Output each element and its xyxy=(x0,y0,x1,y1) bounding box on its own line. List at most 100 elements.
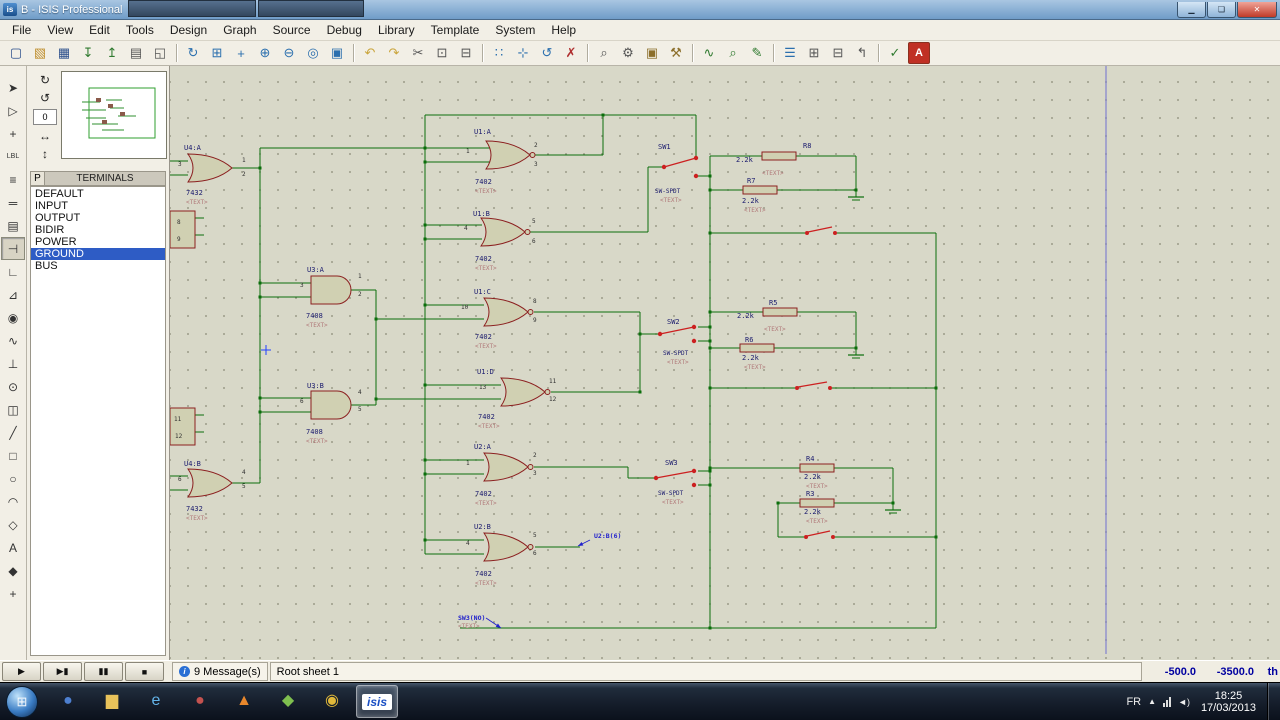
make-device-icon[interactable]: ⚙ xyxy=(617,42,639,64)
gate-body-U1:D[interactable] xyxy=(500,377,546,407)
resistor-body-R5[interactable] xyxy=(762,307,798,317)
goto-sheet-icon[interactable]: ↰ xyxy=(851,42,873,64)
resistor-body-R3[interactable] xyxy=(799,498,835,508)
terminal-item-output[interactable]: OUTPUT xyxy=(31,212,165,224)
switch-lever-SW2[interactable] xyxy=(659,326,695,335)
redo-icon[interactable]: ↷ xyxy=(383,42,405,64)
gate-body-U1:B[interactable] xyxy=(480,217,526,247)
rotation-angle-field[interactable]: 0 xyxy=(33,109,57,125)
property-assignment-icon[interactable]: ✎ xyxy=(746,42,768,64)
show-desktop-button[interactable] xyxy=(1267,682,1278,720)
gate-body-U2:A[interactable] xyxy=(483,452,529,482)
terminal-item-input[interactable]: INPUT xyxy=(31,200,165,212)
menu-source[interactable]: Source xyxy=(265,21,319,39)
zoom-in-icon[interactable]: ⊕ xyxy=(254,42,276,64)
block-copy-icon[interactable]: ∷ xyxy=(488,42,510,64)
mirror-vertical-button[interactable]: ↕ xyxy=(35,145,55,163)
firefox-taskbar-button[interactable]: ● xyxy=(48,685,88,716)
vlc-taskbar-button[interactable]: ▲ xyxy=(224,685,264,716)
mirror-horizontal-button[interactable]: ↔ xyxy=(35,127,55,145)
menu-help[interactable]: Help xyxy=(543,21,584,39)
network-icon[interactable] xyxy=(1163,696,1172,707)
chrome-taskbar-button[interactable]: ◉ xyxy=(312,685,352,716)
switch-lever-SW1[interactable] xyxy=(663,157,697,168)
editing-canvas[interactable]: U4:A 7432 <TEXT> 3 1 2 U1:A 7402 <TEXT> 1 2 3 U1:B 74… xyxy=(170,66,1280,660)
net-label[interactable]: SW3(NO) xyxy=(458,614,485,622)
gate-body-U4:A[interactable] xyxy=(187,153,233,183)
menu-file[interactable]: File xyxy=(4,21,39,39)
block-delete-icon[interactable]: ✗ xyxy=(560,42,582,64)
import-section-icon[interactable]: ↧ xyxy=(77,42,99,64)
isis-taskbar-button[interactable]: isis xyxy=(356,685,398,718)
menu-design[interactable]: Design xyxy=(162,21,215,39)
box-2d-icon[interactable]: □ xyxy=(1,444,25,467)
menu-edit[interactable]: Edit xyxy=(81,21,118,39)
step-button[interactable]: ▶▮ xyxy=(43,662,82,681)
search-and-tag-icon[interactable]: ⌕ xyxy=(722,42,744,64)
media-player-taskbar-button[interactable]: ● xyxy=(180,685,220,716)
gate-body-U1:C[interactable] xyxy=(483,297,529,327)
open-design-icon[interactable]: ▧ xyxy=(29,42,51,64)
generator-mode-icon[interactable]: ∿ xyxy=(1,329,25,352)
pushbutton-switch[interactable] xyxy=(797,381,828,388)
graph-mode-icon[interactable]: ⊿ xyxy=(1,283,25,306)
gate-body-U4:B[interactable] xyxy=(187,468,233,498)
gate-body-U3:A[interactable] xyxy=(310,275,352,305)
redraw-display-icon[interactable]: ↻ xyxy=(182,42,204,64)
gate-body-U2:B[interactable] xyxy=(483,532,529,562)
subcircuit-mode-icon[interactable]: ▤ xyxy=(1,214,25,237)
rotate-anticlockwise-button[interactable]: ↺ xyxy=(35,89,55,107)
symbols-2d-icon[interactable]: ◆ xyxy=(1,559,25,582)
terminal-item-ground[interactable]: GROUND xyxy=(31,248,165,260)
path-2d-icon[interactable]: ◇ xyxy=(1,513,25,536)
switch-lever-SW3[interactable] xyxy=(655,470,695,479)
menu-view[interactable]: View xyxy=(39,21,81,39)
zoom-out-icon[interactable]: ⊖ xyxy=(278,42,300,64)
text-2d-icon[interactable]: A xyxy=(1,536,25,559)
markers-2d-icon[interactable]: + xyxy=(1,582,25,605)
pause-button[interactable]: ▮▮ xyxy=(84,662,123,681)
overview-window[interactable] xyxy=(61,71,167,159)
electrical-rule-check-icon[interactable]: ✓ xyxy=(884,42,906,64)
maximize-button[interactable]: ❏ xyxy=(1207,1,1236,18)
terminal-item-bidir[interactable]: BIDIR xyxy=(31,224,165,236)
schematic[interactable]: U4:A7432<TEXT>312U1:A7402<TEXT>123U1:B74… xyxy=(170,66,1280,660)
packaging-tool-icon[interactable]: ▣ xyxy=(641,42,663,64)
paste-icon[interactable]: ⊟ xyxy=(455,42,477,64)
resistor-body-R6[interactable] xyxy=(739,343,775,353)
decompose-icon[interactable]: ⚒ xyxy=(665,42,687,64)
menu-tools[interactable]: Tools xyxy=(118,21,162,39)
copy-icon[interactable]: ⊡ xyxy=(431,42,453,64)
virtual-instruments-mode-icon[interactable]: ◫ xyxy=(1,398,25,421)
wire-autorouter-icon[interactable]: ∿ xyxy=(698,42,720,64)
print-icon[interactable]: ▤ xyxy=(125,42,147,64)
terminal-item-bus[interactable]: BUS xyxy=(31,260,165,272)
remove-sheet-icon[interactable]: ⊟ xyxy=(827,42,849,64)
minimize-button[interactable]: ▁ xyxy=(1177,1,1206,18)
terminal-item-default[interactable]: DEFAULT xyxy=(31,188,165,200)
undo-icon[interactable]: ↶ xyxy=(359,42,381,64)
play-button[interactable]: ▶ xyxy=(2,662,41,681)
zoom-all-icon[interactable]: ◎ xyxy=(302,42,324,64)
tape-recorder-mode-icon[interactable]: ◉ xyxy=(1,306,25,329)
block-rotate-icon[interactable]: ↺ xyxy=(536,42,558,64)
volume-icon[interactable]: ◄) xyxy=(1178,697,1190,707)
pick-device-button[interactable]: P xyxy=(30,171,45,186)
resistor-body-R7[interactable] xyxy=(742,185,778,195)
component-mode-icon[interactable]: ▷ xyxy=(1,99,25,122)
junction-dot-mode-icon[interactable]: + xyxy=(1,122,25,145)
internet-explorer-taskbar-button[interactable]: e xyxy=(136,685,176,716)
stop-button[interactable]: ■ xyxy=(125,662,164,681)
toggle-origin-icon[interactable]: + xyxy=(230,42,252,64)
clock[interactable]: 18:25 17/03/2013 xyxy=(1201,690,1256,714)
selection-mode-icon[interactable]: ➤ xyxy=(1,76,25,99)
menu-graph[interactable]: Graph xyxy=(215,21,264,39)
gate-body-U1:A[interactable] xyxy=(485,140,531,170)
net-label[interactable]: U2:B(6) xyxy=(594,532,621,540)
wire-label-mode-icon[interactable]: LBL xyxy=(1,145,25,168)
simulation-log[interactable]: i 9 Message(s) xyxy=(172,662,268,681)
pick-parts-icon[interactable]: ⌕ xyxy=(593,42,615,64)
cut-icon[interactable]: ✂ xyxy=(407,42,429,64)
pushbutton-switch[interactable] xyxy=(807,226,833,233)
new-sheet-icon[interactable]: ⊞ xyxy=(803,42,825,64)
